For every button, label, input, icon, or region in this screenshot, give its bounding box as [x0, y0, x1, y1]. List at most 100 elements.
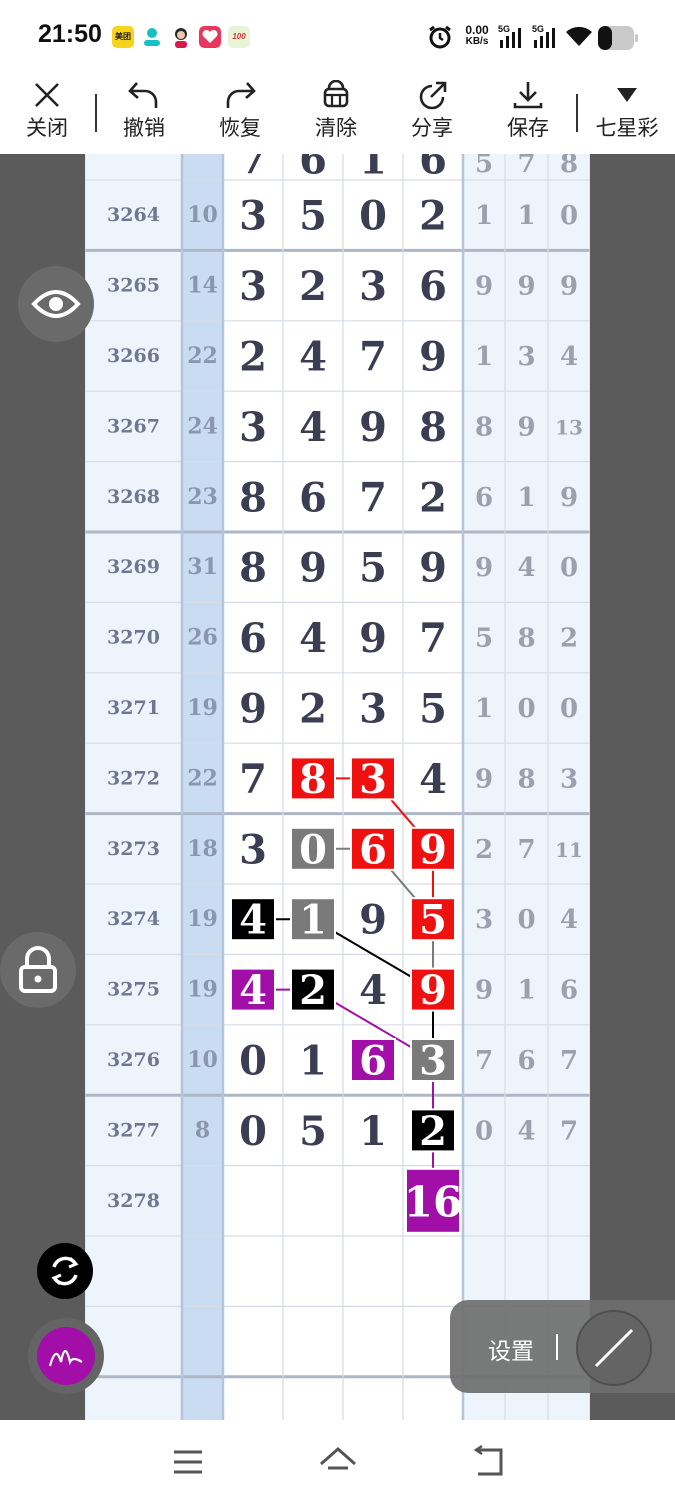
- meituan-app-icon: 美团: [112, 26, 134, 48]
- tail-number-cell: 9: [560, 483, 578, 513]
- main-number-cell: 8: [419, 404, 447, 451]
- issue-number-cell: 3274: [107, 908, 160, 930]
- trend-grid[interactable]: 7 6 1 6 5 7 83264 10 3 5 0 2 1 1 03265 14 3 2 3 6 9 9 93266 22 2…: [85, 154, 590, 1420]
- net-rate-unit: KB/s: [465, 36, 489, 47]
- trend-chart-sheet[interactable]: 7 6 1 6 5 7 8 3264 10 3 5 0 2 1 1 0 3265 14 3 2 3 6 9 9 9 3266 22 2…: [85, 154, 590, 1420]
- signal-icon: 5G: [498, 24, 524, 48]
- redo-icon: [226, 82, 256, 108]
- share-button[interactable]: 分享: [392, 76, 472, 152]
- wifi-icon: [565, 24, 593, 53]
- line-tool-button[interactable]: [576, 1310, 652, 1386]
- settings-button[interactable]: 设置: [488, 1332, 534, 1366]
- save-button[interactable]: 保存: [488, 76, 568, 152]
- main-number-cell: 7: [239, 154, 267, 184]
- save-label: 保存: [507, 117, 549, 140]
- marked-number-cell: 8: [299, 756, 327, 803]
- sum-value-cell: 23: [187, 484, 218, 510]
- main-number-cell: 1: [359, 154, 387, 184]
- sum-value-cell: 10: [187, 202, 218, 228]
- back-button[interactable]: [468, 1444, 508, 1480]
- sum-value-cell: 22: [187, 343, 218, 369]
- main-number-cell: 4: [359, 967, 387, 1014]
- eye-icon: [31, 290, 81, 318]
- tail-number-cell: 0: [517, 905, 535, 935]
- close-button[interactable]: 关闭: [7, 76, 87, 152]
- marked-number-cell: 4: [239, 897, 267, 944]
- sum-value-cell: 19: [187, 906, 218, 932]
- clear-button[interactable]: 清除: [296, 76, 376, 152]
- tail-number-cell: 3: [475, 905, 493, 935]
- share-label: 分享: [411, 117, 453, 140]
- marked-number-cell: 16: [404, 1177, 462, 1226]
- avatar-app-icon: [170, 26, 192, 48]
- network-rate: 0.00 KB/s: [460, 24, 494, 48]
- marked-number-cell: 2: [419, 1108, 447, 1155]
- download-icon: [513, 82, 543, 109]
- tail-number-cell: 7: [560, 1046, 578, 1076]
- main-number-cell: 6: [239, 615, 267, 662]
- refresh-button[interactable]: [37, 1243, 93, 1299]
- tail-number-cell: 2: [475, 835, 493, 865]
- heart-app-icon: [199, 26, 221, 48]
- undo-label: 撤销: [123, 117, 165, 140]
- main-number-cell: 3: [359, 263, 387, 310]
- tail-number-cell: 8: [517, 764, 535, 794]
- main-number-cell: 3: [239, 263, 267, 310]
- main-number-cell: 4: [299, 615, 327, 662]
- home-icon: [320, 1446, 356, 1470]
- tail-number-cell: 1: [475, 201, 493, 231]
- lock-button[interactable]: [0, 932, 76, 1008]
- tail-number-cell: 8: [517, 624, 535, 654]
- tail-number-cell: 6: [475, 483, 493, 513]
- pen-color-button[interactable]: [28, 1318, 104, 1394]
- tail-number-cell: 7: [517, 835, 535, 865]
- main-number-cell: 6: [419, 154, 447, 184]
- issue-number-cell: 3273: [107, 838, 160, 860]
- lottery-type-dropdown[interactable]: 七星彩: [587, 76, 667, 152]
- eye-button[interactable]: [18, 266, 94, 342]
- issue-number-cell: 3264: [107, 204, 160, 226]
- tail-number-cell: 0: [560, 201, 578, 231]
- marked-number-cell: 3: [419, 1038, 447, 1085]
- undo-icon: [128, 82, 158, 108]
- battery-icon: [598, 26, 638, 55]
- redo-button[interactable]: 恢复: [200, 76, 280, 152]
- tail-number-cell: 9: [517, 412, 535, 442]
- sum-value-cell: 26: [187, 625, 218, 651]
- main-number-cell: 1: [299, 1038, 327, 1085]
- tail-number-cell: 7: [560, 1116, 578, 1146]
- menu-button[interactable]: [168, 1444, 208, 1480]
- tail-number-cell: 8: [560, 154, 578, 179]
- undo-button[interactable]: 撤销: [104, 76, 184, 152]
- tail-number-cell: 13: [555, 415, 583, 439]
- tail-number-cell: 6: [517, 1046, 535, 1076]
- redo-label: 恢复: [219, 117, 261, 140]
- main-number-cell: 9: [299, 545, 327, 592]
- close-label: 关闭: [26, 117, 68, 140]
- tail-number-cell: 1: [517, 483, 535, 513]
- issue-number-cell: 3268: [107, 486, 160, 508]
- tail-number-cell: 9: [475, 553, 493, 583]
- tail-number-cell: 4: [560, 342, 578, 372]
- issue-number-cell: 3266: [107, 345, 160, 367]
- main-number-cell: 2: [419, 474, 447, 521]
- net-rate-value: 0.00: [465, 23, 489, 37]
- tail-number-cell: 0: [517, 694, 535, 724]
- main-number-cell: 0: [239, 1108, 267, 1155]
- main-number-cell: 9: [359, 615, 387, 662]
- tail-number-cell: 8: [475, 412, 493, 442]
- marked-number-cell: 6: [359, 826, 387, 873]
- main-number-cell: 2: [419, 193, 447, 240]
- main-number-cell: 4: [299, 404, 327, 451]
- marked-number-cell: 9: [419, 967, 447, 1014]
- issue-number-cell: 3278: [107, 1190, 160, 1212]
- share-icon: [419, 81, 447, 110]
- sum-value-cell: 31: [187, 554, 218, 580]
- home-button[interactable]: [318, 1444, 358, 1480]
- main-number-cell: 5: [299, 1108, 327, 1155]
- signal-icon: 5G: [532, 24, 558, 48]
- toolbar-divider: [576, 94, 578, 132]
- toolbar-divider: [95, 94, 97, 132]
- main-number-cell: 2: [299, 686, 327, 733]
- tail-number-cell: 9: [475, 272, 493, 302]
